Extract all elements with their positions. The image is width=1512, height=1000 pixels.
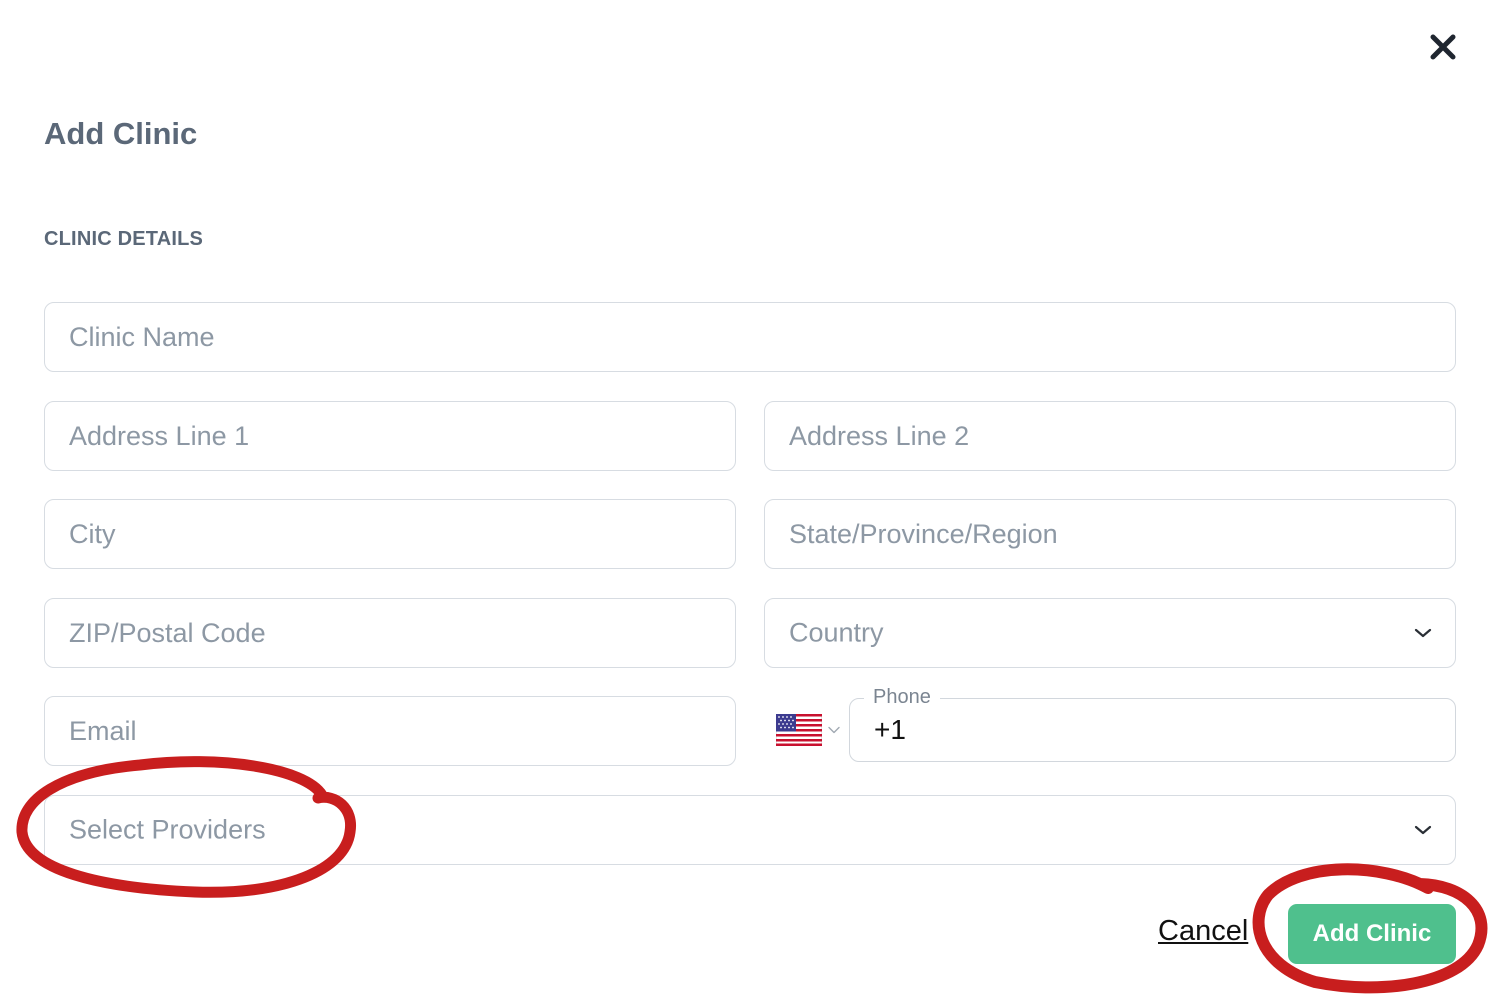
city-field [44, 499, 736, 569]
address-line-2-input[interactable] [765, 402, 1455, 470]
country-select-placeholder: Country [789, 617, 884, 648]
providers-select[interactable]: Select Providers [44, 795, 1456, 865]
email-field [44, 696, 736, 766]
state-field [764, 499, 1456, 569]
email-input[interactable] [45, 697, 735, 765]
state-input[interactable] [765, 500, 1455, 568]
cancel-button[interactable]: Cancel [1158, 915, 1248, 948]
providers-select-placeholder: Select Providers [69, 814, 266, 845]
phone-country-selector[interactable] [776, 714, 842, 746]
country-select[interactable]: Country [764, 598, 1456, 668]
clinic-name-field [44, 302, 1456, 372]
zip-input[interactable] [45, 599, 735, 667]
page-title: Add Clinic [44, 116, 198, 151]
city-input[interactable] [45, 500, 735, 568]
phone-field [849, 698, 1456, 762]
address-line-1-field [44, 401, 736, 471]
chevron-down-icon [1414, 628, 1432, 638]
address-line-1-input[interactable] [45, 402, 735, 470]
address-line-2-field [764, 401, 1456, 471]
close-button[interactable] [1424, 28, 1462, 66]
chevron-down-icon [828, 726, 840, 734]
section-label-clinic-details: CLINIC DETAILS [44, 228, 204, 250]
us-flag-icon [776, 714, 822, 746]
close-icon [1430, 34, 1456, 60]
chevron-down-icon [1414, 825, 1432, 835]
clinic-name-input[interactable] [45, 303, 1455, 371]
add-clinic-button[interactable]: Add Clinic [1288, 904, 1456, 964]
zip-field [44, 598, 736, 668]
phone-input[interactable] [850, 699, 1455, 761]
phone-label: Phone [864, 686, 940, 709]
